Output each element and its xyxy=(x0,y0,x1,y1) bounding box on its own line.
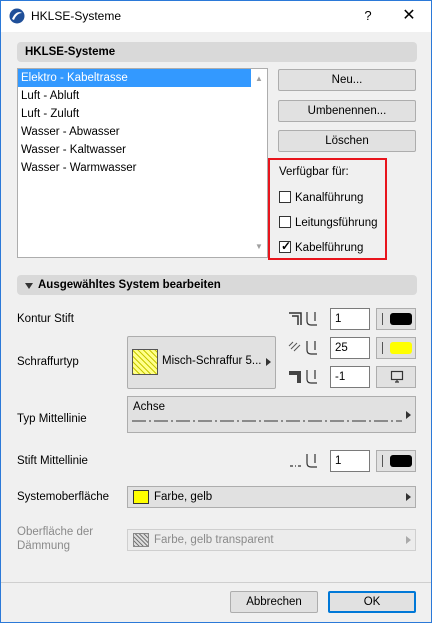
cancel-button[interactable]: Abbrechen xyxy=(230,591,318,613)
surface-label: Systemoberfläche xyxy=(17,491,110,503)
centerline-type-dropdown[interactable]: Achse xyxy=(127,396,416,433)
list-item[interactable]: Elektro - Kabeltrasse xyxy=(18,69,267,87)
chevron-right-icon xyxy=(406,536,411,544)
close-button[interactable]: ✕ xyxy=(395,5,423,27)
centerline-pen-field[interactable]: 1 xyxy=(330,450,370,472)
dash-dot-line-icon xyxy=(132,420,402,422)
insulation-surface-dropdown[interactable]: Farbe, gelb transparent xyxy=(127,529,416,551)
centerline-pen-icon xyxy=(290,454,317,468)
checkbox-box[interactable] xyxy=(279,216,291,228)
contour-pen-field[interactable]: 1 xyxy=(330,308,370,330)
insulation-surface-name: Farbe, gelb transparent xyxy=(154,534,274,546)
list-item[interactable]: Wasser - Kaltwasser xyxy=(18,141,267,159)
picker-divider xyxy=(382,313,383,325)
pen-color-swatch xyxy=(390,342,412,354)
contour-pen-color-picker[interactable] xyxy=(376,308,416,330)
insulation-surface-label-1: Oberfläche der xyxy=(17,526,94,538)
pen-color-swatch xyxy=(390,455,412,467)
picker-divider xyxy=(382,455,383,467)
delete-button[interactable]: Löschen xyxy=(278,130,416,152)
centerline-pen-label: Stift Mittellinie xyxy=(17,455,88,467)
centerline-pen-color-picker[interactable] xyxy=(376,450,416,472)
hatch-type-picker[interactable]: Misch-Schraffur 5... xyxy=(127,336,276,389)
footer-divider xyxy=(1,582,431,583)
hatch-type-label: Schraffurtyp xyxy=(17,356,79,368)
checkbox-label: Kanalführung xyxy=(295,192,364,204)
rename-button[interactable]: Umbenennen... xyxy=(278,100,416,122)
hatch-fg-pen-icon xyxy=(288,341,317,355)
list-item[interactable]: Luft - Zuluft xyxy=(18,105,267,123)
contour-pen-label: Kontur Stift xyxy=(17,313,74,325)
centerline-type-label: Typ Mittellinie xyxy=(17,413,87,425)
surface-dropdown[interactable]: Farbe, gelb xyxy=(127,486,416,508)
availability-title: Verfügbar für: xyxy=(279,166,349,178)
list-item[interactable]: Luft - Abluft xyxy=(18,87,267,105)
new-button[interactable]: Neu... xyxy=(278,69,416,91)
checkbox-label: Kabelführung xyxy=(295,242,364,254)
hatch-bg-pen-icon xyxy=(289,370,317,384)
surface-name: Farbe, gelb xyxy=(154,491,213,503)
centerline-type-name: Achse xyxy=(133,401,165,413)
title-bar: HKLSE-Systeme ? ✕ xyxy=(1,1,431,32)
hatch-bg-color-picker[interactable] xyxy=(376,366,416,388)
chevron-right-icon xyxy=(266,358,271,366)
checkbox-box[interactable] xyxy=(279,191,291,203)
help-button[interactable]: ? xyxy=(356,5,380,27)
insulation-surface-label-2: Dämmung xyxy=(17,540,71,552)
hatch-bg-pen-field[interactable]: -1 xyxy=(330,366,370,388)
scroll-down-icon[interactable]: ▼ xyxy=(251,239,267,255)
archicad-app-icon xyxy=(9,8,25,24)
checkbox-label: Leitungsführung xyxy=(295,217,378,229)
collapse-triangle-icon[interactable] xyxy=(24,281,34,291)
hatch-preview-icon xyxy=(132,349,158,375)
scroll-up-icon[interactable]: ▲ xyxy=(251,71,267,87)
picker-divider xyxy=(382,342,383,354)
contour-pen-icon xyxy=(289,312,317,326)
systems-section-header: HKLSE-Systeme xyxy=(17,42,417,62)
list-item[interactable]: Wasser - Warmwasser xyxy=(18,159,267,177)
window-title: HKLSE-Systeme xyxy=(31,9,122,23)
chevron-right-icon xyxy=(406,411,411,419)
list-scrollbar[interactable]: ▲ ▼ xyxy=(251,69,267,257)
transparent-swatch-icon xyxy=(133,533,149,547)
ok-button[interactable]: OK xyxy=(328,591,416,613)
checkbox-box[interactable]: ✓ xyxy=(279,239,292,253)
hatch-fg-color-picker[interactable] xyxy=(376,337,416,359)
chevron-right-icon xyxy=(406,493,411,501)
edit-section-header[interactable]: Ausgewähltes System bearbeiten xyxy=(17,275,417,295)
checkmark-icon: ✓ xyxy=(280,239,292,253)
surface-color-swatch xyxy=(133,490,149,504)
dialog-window: HKLSE-Systeme ? ✕ HKLSE-Systeme Elektro … xyxy=(0,0,432,623)
pen-color-swatch xyxy=(390,313,412,325)
monitor-icon xyxy=(390,370,404,383)
list-item[interactable]: Wasser - Abwasser xyxy=(18,123,267,141)
edit-section-title: Ausgewähltes System bearbeiten xyxy=(38,279,221,291)
availability-group: Verfügbar für: Kanalführung Leitungsführ… xyxy=(268,158,387,260)
systems-list[interactable]: Elektro - Kabeltrasse Luft - Abluft Luft… xyxy=(17,68,268,258)
hatch-type-name: Misch-Schraffur 5... xyxy=(162,355,262,367)
hatch-fg-pen-field[interactable]: 25 xyxy=(330,337,370,359)
systems-section-title: HKLSE-Systeme xyxy=(25,46,116,58)
